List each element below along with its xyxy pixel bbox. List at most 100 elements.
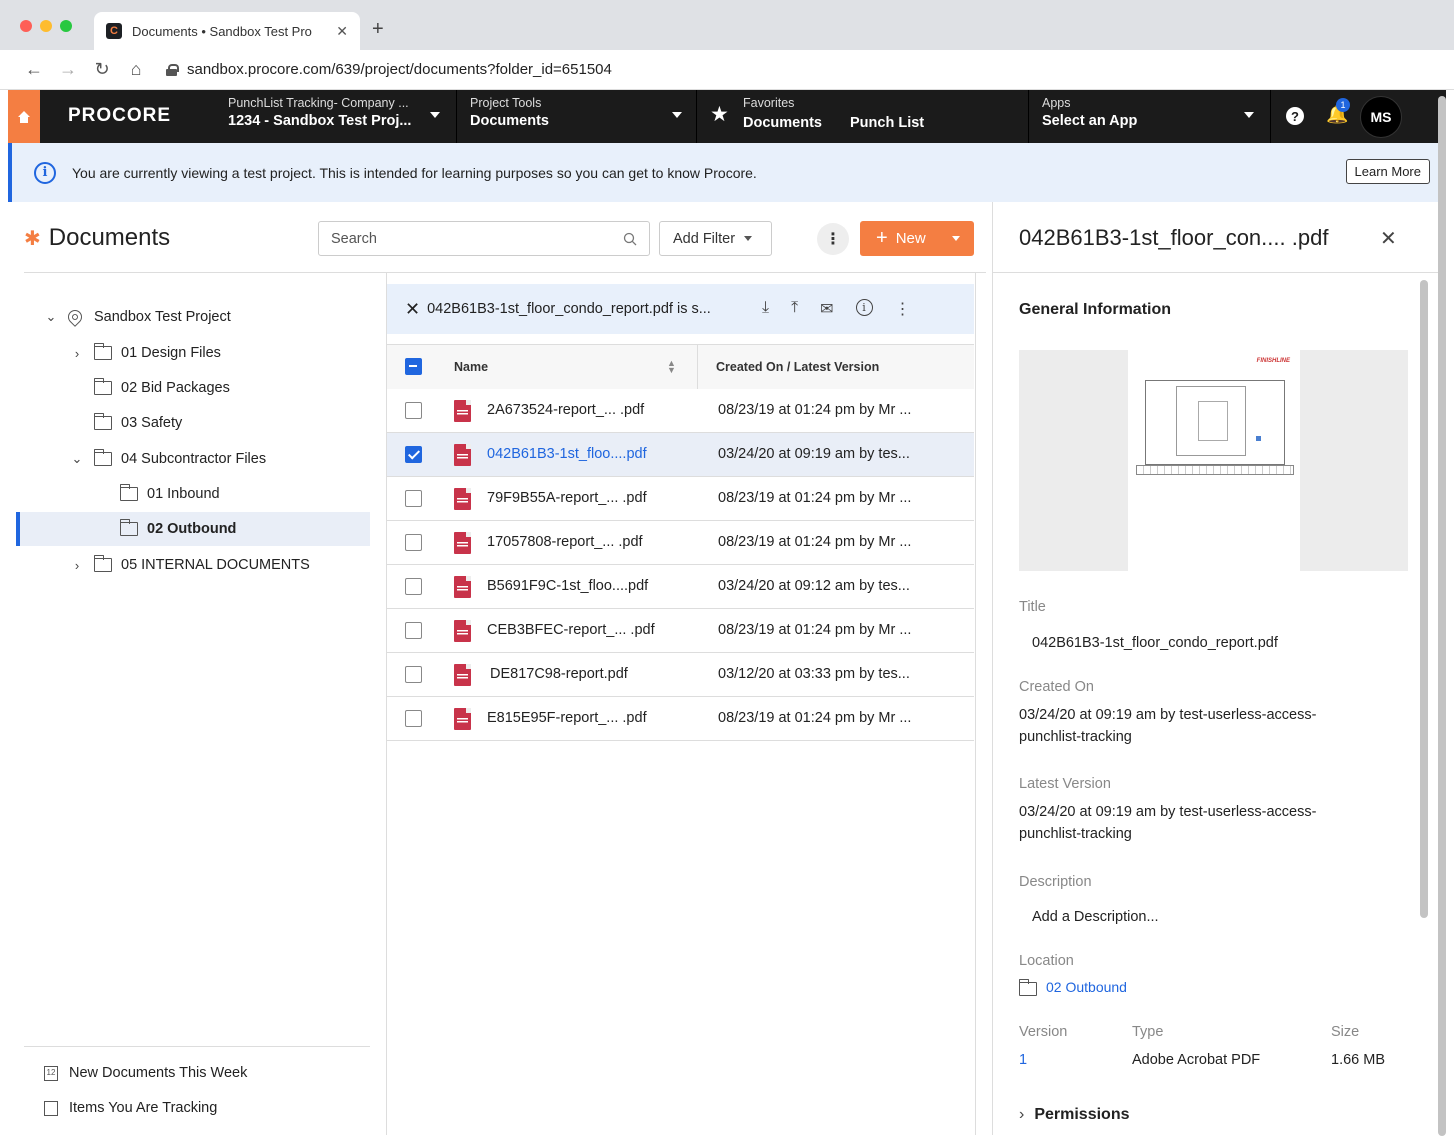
tree-item-label: 04 Subcontractor Files <box>121 451 267 467</box>
chevron-down-icon[interactable] <box>952 236 960 241</box>
tool-selector[interactable]: Project Tools Documents <box>458 90 694 143</box>
download-icon[interactable]: ⤓ <box>762 299 769 319</box>
page-scrollbar[interactable] <box>1438 96 1446 1136</box>
home-icon[interactable]: ⌂ <box>124 59 148 80</box>
more-options-icon[interactable]: ⋮ <box>895 299 911 319</box>
favorites-label: Favorites <box>743 96 795 110</box>
file-name-link[interactable]: B5691F9C-1st_floo....pdf <box>487 578 648 594</box>
info-icon: i <box>34 161 56 184</box>
file-name-link[interactable]: 042B61B3-1st_floo....pdf <box>487 446 647 462</box>
minimize-window-button[interactable] <box>40 20 52 32</box>
tab-close-icon[interactable]: ✕ <box>336 23 348 40</box>
table-row[interactable]: 79F9B55A-report_... .pdf 08/23/19 at 01:… <box>387 477 974 521</box>
tree-item-label: 01 Inbound <box>147 486 220 502</box>
new-documents-this-week-link[interactable]: 12 New Documents This Week <box>44 1065 247 1081</box>
search-input[interactable]: Search <box>318 221 650 256</box>
column-header-created[interactable]: Created On / Latest Version <box>716 360 879 374</box>
select-all-checkbox[interactable] <box>405 358 422 375</box>
close-window-button[interactable] <box>20 20 32 32</box>
detail-scrollbar[interactable] <box>1420 280 1428 918</box>
table-row[interactable]: 042B61B3-1st_floo....pdf 03/24/20 at 09:… <box>387 433 974 477</box>
file-name-link[interactable]: 79F9B55A-report_... .pdf <box>487 490 647 506</box>
banner-text: You are currently viewing a test project… <box>72 164 757 181</box>
pdf-file-icon <box>454 444 471 466</box>
location-value: 02 Outbound <box>1046 979 1127 995</box>
url-field[interactable]: sandbox.procore.com/639/project/document… <box>187 61 612 78</box>
footer-link-label: Items You Are Tracking <box>69 1100 218 1116</box>
tree-item-inbound[interactable]: 01 Inbound <box>119 477 220 511</box>
folder-icon <box>93 343 112 360</box>
row-checkbox[interactable] <box>405 446 422 463</box>
file-name-link[interactable]: 17057808-report_... .pdf <box>487 534 643 550</box>
chevron-down-icon[interactable]: ⌄ <box>70 451 84 467</box>
procore-logo[interactable]: PROCORE <box>68 105 171 127</box>
favorite-punch-list-link[interactable]: Punch List <box>850 115 924 131</box>
table-row[interactable]: 17057808-report_... .pdf 08/23/19 at 01:… <box>387 521 974 565</box>
file-name-link[interactable]: CEB3BFEC-report_... .pdf <box>487 622 655 638</box>
tree-item-safety[interactable]: 03 Safety <box>93 406 182 440</box>
clear-selection-icon[interactable]: ✕ <box>405 299 420 320</box>
app-selector[interactable]: Apps Select an App <box>1030 90 1260 143</box>
table-row[interactable]: CEB3BFEC-report_... .pdf 08/23/19 at 01:… <box>387 609 974 653</box>
more-options-button[interactable]: ⋮ <box>817 223 849 255</box>
tree-item-internal-documents[interactable]: › 05 INTERNAL DOCUMENTS <box>70 548 310 582</box>
row-checkbox[interactable] <box>405 402 422 419</box>
file-name-link[interactable]: DE817C98-report.pdf <box>490 666 628 682</box>
file-date: 03/24/20 at 09:12 am by tes... <box>718 578 910 594</box>
tree-item-bid-packages[interactable]: 02 Bid Packages <box>93 371 230 405</box>
new-tab-button[interactable]: + <box>372 18 384 41</box>
sort-icon[interactable]: ▲ ▼ <box>667 359 676 375</box>
home-button[interactable] <box>8 90 40 143</box>
learn-more-button[interactable]: Learn More <box>1345 159 1430 184</box>
column-header-name[interactable]: Name <box>454 360 488 374</box>
file-name-link[interactable]: E815E95F-report_... .pdf <box>487 710 647 726</box>
table-row[interactable]: E815E95F-report_... .pdf 08/23/19 at 01:… <box>387 697 974 741</box>
tree-item-outbound[interactable]: 02 Outbound <box>16 512 370 546</box>
upload-icon[interactable]: ⤒ <box>791 299 798 319</box>
permissions-toggle[interactable]: › Permissions <box>1019 1104 1379 1126</box>
new-button[interactable]: + New <box>860 221 974 256</box>
project-selector[interactable]: PunchList Tracking- Company ... 1234 - S… <box>216 90 456 143</box>
row-checkbox[interactable] <box>405 490 422 507</box>
help-icon[interactable]: ? <box>1286 107 1304 125</box>
tree-item-subcontractor-files[interactable]: ⌄ 04 Subcontractor Files <box>70 442 266 476</box>
row-checkbox[interactable] <box>405 666 422 683</box>
info-icon[interactable]: i <box>855 299 873 316</box>
created-label: Created On <box>1019 679 1094 695</box>
close-icon[interactable]: ✕ <box>1380 226 1397 251</box>
chevron-down-icon[interactable]: ⌄ <box>44 309 58 325</box>
title-value[interactable]: 042B61B3-1st_floor_condo_report.pdf <box>1032 632 1392 654</box>
folder-icon <box>119 519 138 536</box>
document-preview[interactable]: FINISHLINE <box>1019 350 1408 571</box>
row-checkbox[interactable] <box>405 534 422 551</box>
row-checkbox[interactable] <box>405 578 422 595</box>
file-name-link[interactable]: 2A673524-report_... .pdf <box>487 402 644 418</box>
forward-icon[interactable]: → <box>56 59 80 80</box>
favorite-documents-link[interactable]: Documents <box>743 115 822 131</box>
table-row[interactable]: B5691F9C-1st_floo....pdf 03/24/20 at 09:… <box>387 565 974 609</box>
row-checkbox[interactable] <box>405 710 422 727</box>
browser-tab[interactable]: C Documents • Sandbox Test Pro ✕ <box>94 12 360 50</box>
chevron-right-icon[interactable]: › <box>70 346 84 361</box>
tree-item-label: 02 Bid Packages <box>121 380 230 396</box>
reload-icon[interactable]: ↻ <box>90 59 114 80</box>
tree-item-design-files[interactable]: › 01 Design Files <box>70 336 221 370</box>
tree-item-label: 02 Outbound <box>147 521 237 537</box>
description-field[interactable]: Add a Description... <box>1032 906 1392 928</box>
location-link[interactable]: 02 Outbound <box>1018 976 1379 998</box>
maximize-window-button[interactable] <box>60 20 72 32</box>
back-icon[interactable]: ← <box>22 59 46 80</box>
add-filter-button[interactable]: Add Filter <box>659 221 772 256</box>
tree-root[interactable]: ⌄ Sandbox Test Project <box>44 300 231 334</box>
row-checkbox[interactable] <box>405 622 422 639</box>
chevron-right-icon[interactable]: › <box>70 558 84 573</box>
items-you-are-tracking-link[interactable]: Items You Are Tracking <box>44 1100 217 1116</box>
avatar[interactable]: MS <box>1360 96 1402 138</box>
pdf-file-icon <box>454 620 471 642</box>
version-value[interactable]: 1 <box>1019 1049 1059 1071</box>
table-row[interactable]: 2A673524-report_... .pdf 08/23/19 at 01:… <box>387 389 974 433</box>
email-icon[interactable]: ✉ <box>820 299 833 319</box>
table-row[interactable]: DE817C98-report.pdf 03/12/20 at 03:33 pm… <box>387 653 974 697</box>
footer-divider <box>24 1046 370 1047</box>
new-button-label: New <box>895 230 926 247</box>
